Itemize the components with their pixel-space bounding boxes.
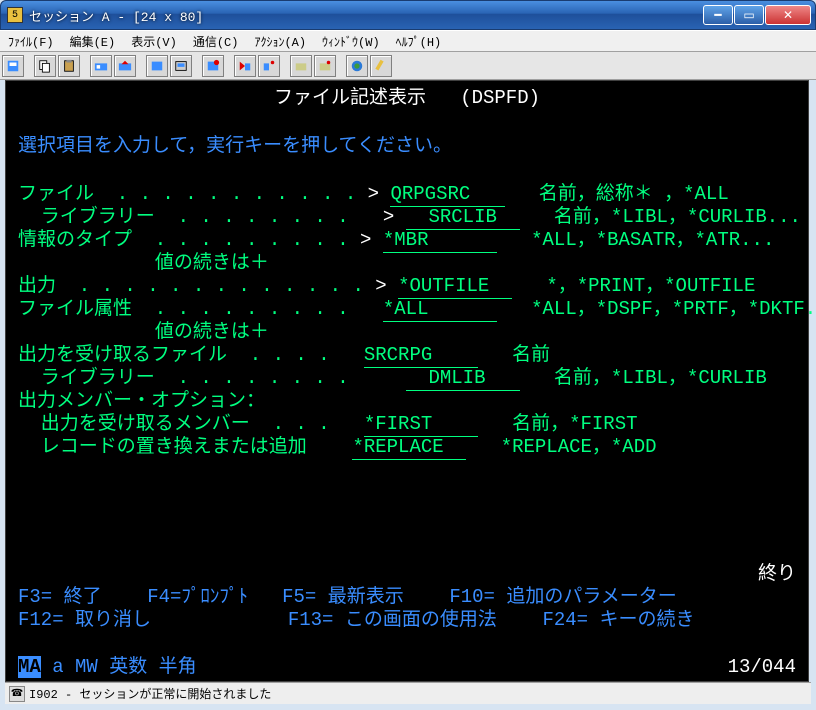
label-infotype: 情報のタイプ . . . . . . . . . — [18, 229, 349, 251]
hint-output: *，*PRINT，*OUTFILE — [546, 275, 755, 297]
row-infotype: 情報のタイプ . . . . . . . . . > *MBR *ALL，*BA… — [18, 229, 796, 253]
status-icon: ☎ — [9, 686, 25, 702]
menu-window[interactable]: ｳｨﾝﾄﾞｳ(W) — [318, 31, 384, 52]
toolbar-btn-7[interactable] — [170, 55, 192, 77]
status-message: I902 - セッションが正常に開始されました — [29, 685, 271, 702]
field-fileattr[interactable]: *ALL — [383, 298, 497, 322]
menu-file[interactable]: ﾌｧｲﾙ(F) — [4, 31, 58, 52]
toolbar-btn-6[interactable] — [146, 55, 168, 77]
toolbar-btn-1[interactable] — [2, 55, 24, 77]
field-replace[interactable]: *REPLACE — [352, 436, 466, 460]
label-lib2: ライブラリー . . . . . . . . — [18, 367, 371, 389]
field-outmbr[interactable]: *FIRST — [364, 413, 478, 437]
field-outfile[interactable]: SRCRPG — [364, 344, 478, 368]
row-file: ファイル . . . . . . . . . . . > QRPGSRC 名前，… — [18, 183, 796, 207]
label-outfile: 出力を受け取るファイル . . . . — [18, 344, 330, 366]
field-output[interactable]: *OUTFILE — [398, 275, 512, 299]
toolbar-btn-11[interactable] — [290, 55, 312, 77]
oia-mode: 英数 半角 — [109, 656, 196, 678]
toolbar-btn-14[interactable] — [370, 55, 392, 77]
label-file: ファイル . . . . . . . . . . . — [18, 183, 356, 205]
oia-cursor-pos: 13/044 — [728, 656, 796, 679]
menu-action[interactable]: ｱｸｼｮﾝ(A) — [250, 31, 310, 52]
screen-title: ファイル記述表示 (DSPFD) — [6, 87, 808, 110]
title-bar: 5 セッション A - [24 x 80] ━ ▭ ✕ — [0, 0, 816, 30]
label-replace: レコードの置き換えまたは追加 — [18, 436, 318, 458]
toolbar-btn-9[interactable] — [234, 55, 256, 77]
hint-replace: *REPLACE，*ADD — [501, 436, 657, 458]
app-icon: 5 — [7, 7, 23, 23]
row-outmbropt: 出力メンバー・オプション： — [18, 390, 796, 413]
toolbar-btn-10[interactable] — [258, 55, 280, 77]
toolbar-btn-12[interactable] — [314, 55, 336, 77]
menu-view[interactable]: 表示(V) — [127, 31, 181, 52]
toolbar-btn-8[interactable] — [202, 55, 224, 77]
menu-help[interactable]: ﾍﾙﾌﾟ(H) — [392, 31, 446, 52]
row-replace: レコードの置き換えまたは追加 *REPLACE *REPLACE，*ADD — [18, 436, 796, 460]
row-outfile: 出力を受け取るファイル . . . . SRCRPG 名前 — [18, 344, 796, 368]
oia-a: a — [52, 656, 63, 678]
row-outmbr: 出力を受け取るメンバー . . . *FIRST 名前，*FIRST — [18, 413, 796, 437]
hint-infotype: *ALL，*BASATR，*ATR... — [531, 229, 774, 251]
copy-icon[interactable] — [34, 55, 56, 77]
row-lib2: ライブラリー . . . . . . . . DMLIB 名前，*LIBL，*C… — [18, 367, 796, 391]
oia-mw: MW — [75, 656, 98, 678]
status-bar: ☎ I902 - セッションが正常に開始されました — [5, 682, 811, 704]
field-lib1[interactable]: SRCLIB — [406, 206, 520, 230]
row-output: 出力 . . . . . . . . . . . . . > *OUTFILE … — [18, 275, 796, 299]
hint-fileattr: *ALL，*DSPF，*PRTF，*DKTF... — [531, 298, 816, 320]
field-infotype[interactable]: *MBR — [383, 229, 497, 253]
row-lib1: ライブラリー . . . . . . . . > SRCLIB 名前，*LIBL… — [18, 206, 796, 230]
oia-ma: MA — [18, 656, 41, 678]
row-more2: 値の続きは＋ — [18, 321, 796, 344]
label-lib1: ライブラリー . . . . . . . . — [18, 206, 371, 228]
row-fileattr: ファイル属性 . . . . . . . . . *ALL *ALL，*DSPF… — [18, 298, 796, 322]
fkeys-row-2: F12= 取り消し F13= この画面の使用法 F24= キーの続き — [18, 609, 796, 632]
label-output: 出力 . . . . . . . . . . . . . — [18, 275, 364, 297]
toolbar — [0, 52, 816, 80]
menu-comm[interactable]: 通信(C) — [189, 31, 243, 52]
instruction-text: 選択項目を入力して，実行キーを押してください。 — [18, 135, 796, 158]
row-more1: 値の続きは＋ — [18, 252, 796, 275]
menu-edit[interactable]: 編集(E) — [66, 31, 120, 52]
field-lib2[interactable]: DMLIB — [406, 367, 520, 391]
minimize-button[interactable]: ━ — [703, 5, 733, 25]
maximize-button[interactable]: ▭ — [734, 5, 764, 25]
hint-outmbr: 名前，*FIRST — [512, 413, 637, 435]
label-fileattr: ファイル属性 . . . . . . . . . — [18, 298, 349, 320]
fkeys-row-1: F3= 終了 F4=ﾌﾟﾛﾝﾌﾟﾄ F5= 最新表示 F10= 追加のパラメータ… — [18, 586, 796, 609]
hint-lib1: 名前，*LIBL，*CURLIB... — [554, 206, 801, 228]
toolbar-btn-5[interactable] — [114, 55, 136, 77]
help-icon[interactable] — [346, 55, 368, 77]
toolbar-btn-4[interactable] — [90, 55, 112, 77]
hint-outfile: 名前 — [512, 344, 550, 366]
terminal-screen[interactable]: ファイル記述表示 (DSPFD) 選択項目を入力して，実行キーを押してください。… — [5, 80, 809, 682]
paste-icon[interactable] — [58, 55, 80, 77]
hint-lib2: 名前，*LIBL，*CURLIB — [554, 367, 767, 389]
bottom-indicator: 終り — [18, 563, 796, 586]
hint-file: 名前，総称＊ ，*ALL — [539, 183, 729, 205]
operator-info-area: MA a MW 英数 半角 13/044 — [18, 656, 796, 679]
field-file[interactable]: QRPGSRC — [390, 183, 504, 207]
close-button[interactable]: ✕ — [765, 5, 811, 25]
window-buttons: ━ ▭ ✕ — [703, 5, 811, 25]
label-outmbr: 出力を受け取るメンバー . . . — [18, 413, 330, 435]
menu-bar: ﾌｧｲﾙ(F) 編集(E) 表示(V) 通信(C) ｱｸｼｮﾝ(A) ｳｨﾝﾄﾞ… — [0, 30, 816, 52]
window-title: セッション A - [24 x 80] — [29, 6, 703, 25]
